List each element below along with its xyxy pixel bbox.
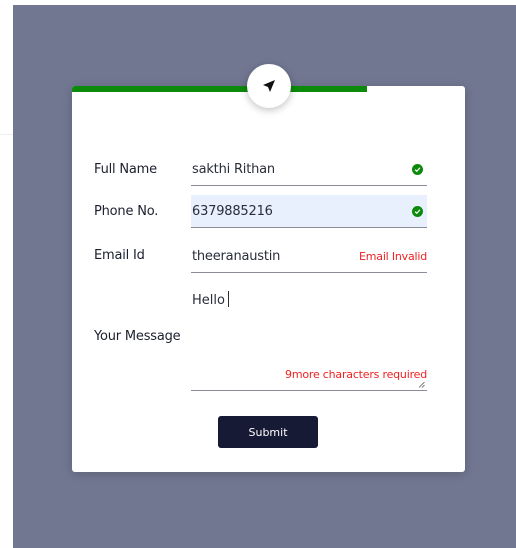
email-error: Email Invalid [359,250,427,263]
full-name-value: sakthi Rithan [192,161,275,177]
email-field[interactable]: theeranaustin Email Invalid [191,240,427,273]
contact-form-card [72,86,465,472]
phone-field[interactable]: 6379885216 [191,195,427,228]
text-caret [227,291,229,307]
check-circle-icon [412,164,423,175]
submit-button[interactable]: Submit [218,416,318,448]
full-name-field[interactable]: sakthi Rithan [191,153,427,186]
message-error: 9more characters required [285,368,427,381]
email-label: Email Id [94,248,145,263]
form-badge [247,64,291,108]
message-textarea[interactable]: Hello 9more characters required [191,284,427,391]
send-arrow-icon [263,80,275,92]
check-circle-icon [412,206,423,217]
divider [0,134,13,135]
full-name-label: Full Name [94,162,157,177]
message-value: Hello [192,291,229,308]
phone-value: 6379885216 [192,203,273,219]
form-progress-bar [72,86,367,92]
phone-label: Phone No. [94,204,159,219]
email-value: theeranaustin [192,248,281,264]
message-label: Your Message [94,329,181,344]
resize-handle-icon[interactable] [418,381,425,388]
